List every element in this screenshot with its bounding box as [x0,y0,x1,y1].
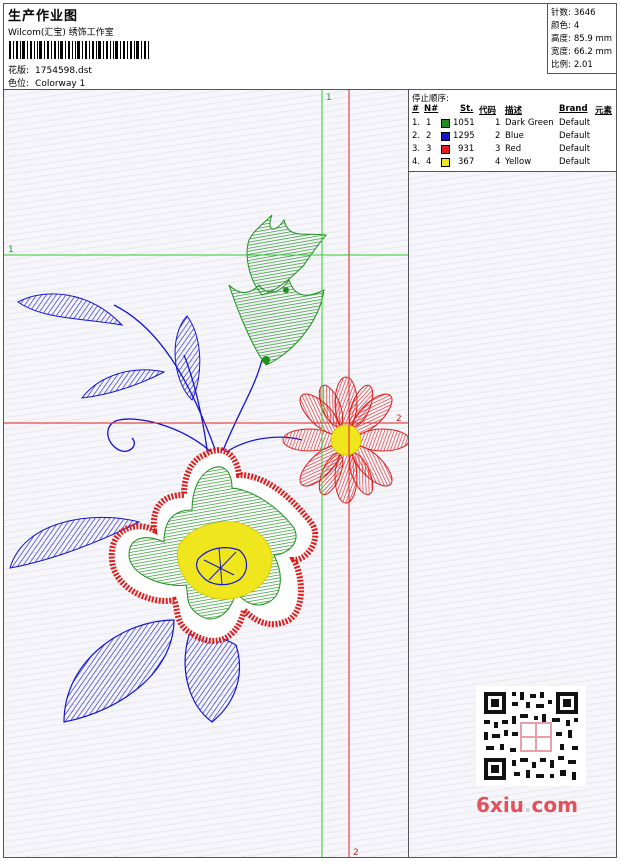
design-file-line: 花版: 1754598.dst [8,63,92,76]
color-swatch [441,119,450,128]
page-title: 生产作业图 [8,9,79,24]
stat-colors: 颜色: 4 [551,21,580,31]
guide-v2-label: 2 [353,848,359,857]
guide-v1-label: 1 [326,93,332,103]
sheet-header: 生产作业图 Wilcom(汇宝) 绣饰工作室 花版: 1754598.dst 色… [4,4,616,90]
green-tulip [228,214,327,366]
design-canvas[interactable]: 1 2 1 2 [4,90,409,857]
stop-sequence-title: 停止顺序: [412,94,449,104]
embroidery-preview: 1 2 1 2 [4,90,408,857]
sequence-row[interactable]: 3. 3 931 3 Red Default [409,144,616,157]
stop-sequence-panel: 停止顺序: # N# St. 代码 描述 Brand 元素 1. 1 1051 … [409,90,616,172]
qr-code-icon [476,686,586,786]
stat-width: 宽度: 66.2 mm [551,47,613,57]
design-label: 花版: [8,66,30,76]
sequence-row[interactable]: 4. 4 367 4 Yellow Default [409,157,616,170]
guide-h2-label: 2 [396,414,402,424]
stat-height: 高度: 85.9 mm [551,34,613,44]
stat-stitches: 针数: 3646 [551,8,596,18]
site-watermark: 6xiu.com [476,793,578,817]
stats-panel: 针数: 3646 颜色: 4 高度: 85.9 mm 宽度: 66.2 mm 比例: 2.… [547,4,616,74]
large-flower [108,447,319,644]
colorway-label: 色位: [8,79,30,89]
sequence-row[interactable]: 2. 2 1295 2 Blue Default [409,131,616,144]
company-name: Wilcom(汇宝) 绣饰工作室 [8,28,114,38]
sequence-row[interactable]: 1. 1 1051 1 Dark Green Default [409,118,616,131]
color-swatch [441,145,450,154]
stat-scale: 比例: 2.01 [551,60,593,70]
color-swatch [441,158,450,167]
production-sheet: 生产作业图 Wilcom(汇宝) 绣饰工作室 花版: 1754598.dst 色… [3,3,617,858]
sequence-header: # N# St. 代码 描述 Brand 元素 [412,104,613,116]
color-swatch [441,132,450,141]
colorway-value: Colorway 1 [35,79,86,89]
guide-h1-label: 1 [8,245,14,255]
barcode-icon [9,41,149,59]
colorway-line: 色位: Colorway 1 [8,76,85,89]
design-file: 1754598.dst [35,66,92,76]
red-daisy [282,376,408,504]
